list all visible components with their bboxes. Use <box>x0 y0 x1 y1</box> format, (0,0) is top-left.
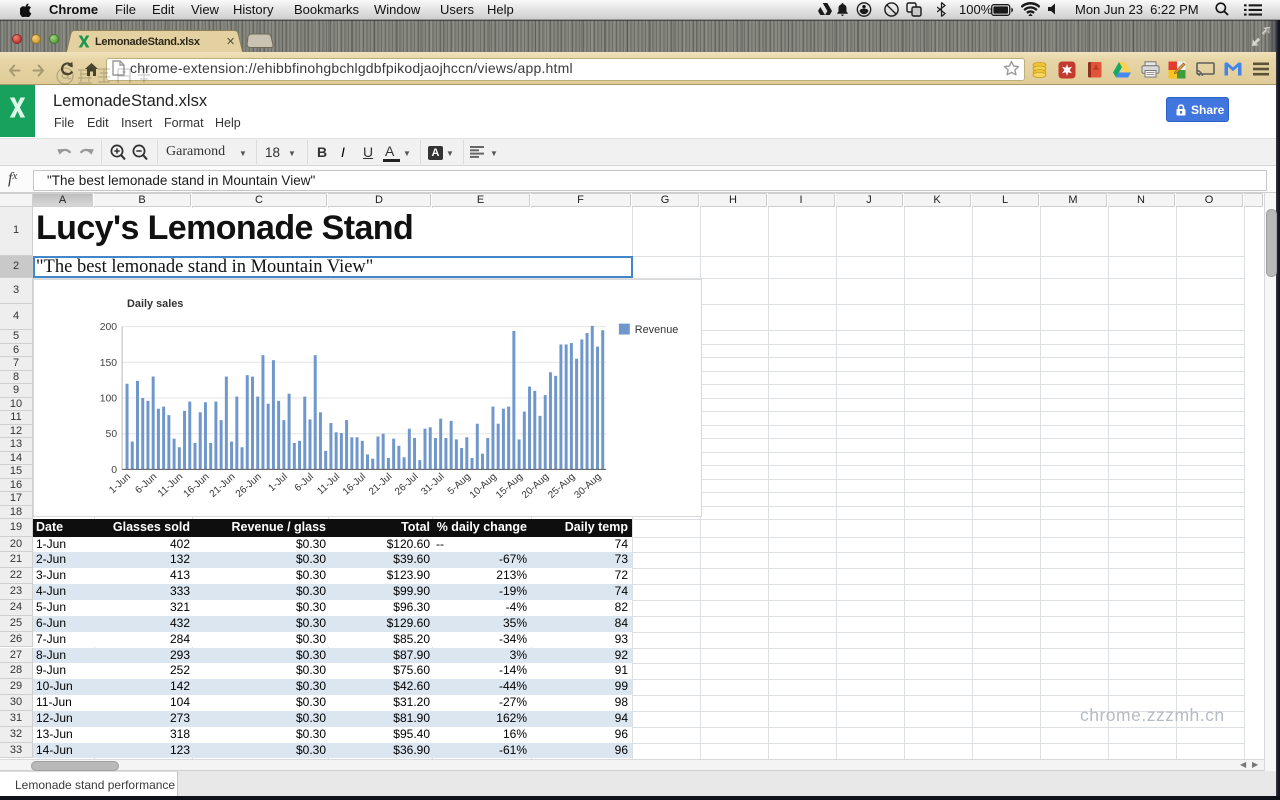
svg-text:10-Aug: 10-Aug <box>468 471 499 501</box>
svg-text:200: 200 <box>100 322 118 333</box>
svg-text:1-Jul: 1-Jul <box>267 471 290 494</box>
svg-text:150: 150 <box>100 358 118 369</box>
svg-text:100: 100 <box>100 393 118 404</box>
svg-text:6-Jun: 6-Jun <box>133 471 159 496</box>
svg-text:Daily sales: Daily sales <box>127 298 183 310</box>
svg-text:30-Aug: 30-Aug <box>572 471 603 501</box>
svg-text:6-Jul: 6-Jul <box>293 471 316 494</box>
svg-text:26-Jul: 26-Jul <box>393 471 420 497</box>
svg-text:20-Aug: 20-Aug <box>520 471 551 501</box>
svg-text:26-Jun: 26-Jun <box>234 471 264 499</box>
svg-text:31-Jul: 31-Jul <box>419 471 446 497</box>
svg-text:11-Jun: 11-Jun <box>156 471 185 499</box>
svg-text:0: 0 <box>111 465 117 476</box>
svg-text:50: 50 <box>106 429 118 440</box>
svg-text:16-Jul: 16-Jul <box>341 471 368 497</box>
svg-text:25-Aug: 25-Aug <box>546 471 577 501</box>
svg-text:Revenue: Revenue <box>635 324 679 336</box>
svg-text:16-Jun: 16-Jun <box>182 471 212 499</box>
svg-text:11-Jul: 11-Jul <box>315 471 342 497</box>
svg-text:21-Jun: 21-Jun <box>208 471 238 499</box>
svg-text:15-Aug: 15-Aug <box>494 471 525 501</box>
svg-text:21-Jul: 21-Jul <box>367 471 394 497</box>
